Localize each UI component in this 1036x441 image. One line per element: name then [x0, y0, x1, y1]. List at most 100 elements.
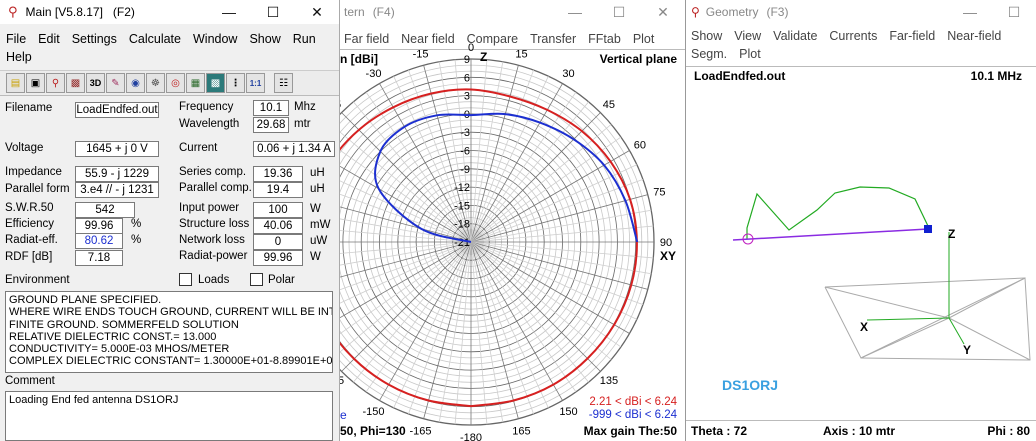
scale-icon[interactable]: 1:1	[246, 73, 265, 93]
globe-icon[interactable]: ◉	[126, 73, 145, 93]
main-title: Main [V5.8.17]	[25, 5, 103, 19]
pattern-legend-blue: -999 < dBi < 6.24	[588, 409, 677, 421]
impedance-label: Impedance	[5, 166, 62, 178]
environment-text[interactable]: GROUND PLANE SPECIFIED. WHERE WIRE ENDS …	[5, 291, 333, 373]
db-tick-label: -12	[454, 182, 470, 194]
db-tick-label: -6	[460, 146, 470, 158]
angle-tick-label: -180	[460, 432, 482, 441]
db-tick-label: -3	[460, 127, 470, 139]
wavelength-label: Wavelength	[179, 118, 240, 130]
grid-icon[interactable]: ▩	[206, 73, 225, 93]
menu-settings[interactable]: Settings	[66, 30, 123, 48]
polar-checkbox[interactable]	[250, 273, 263, 286]
angle-tick-label: -150	[362, 406, 384, 418]
pattern-footer-right: Max gain The:50	[583, 424, 677, 438]
open-folder-icon[interactable]: ▤	[6, 73, 25, 93]
efficiency-unit: %	[131, 218, 142, 230]
pattern-left-letter: e	[340, 408, 347, 422]
parallel-comp-label: Parallel comp.	[179, 182, 252, 194]
cube-icon[interactable]: ▩	[66, 73, 85, 93]
swr-field: 542	[75, 202, 135, 218]
dots-icon[interactable]: ⋮	[226, 73, 245, 93]
angle-tick-label: -165	[410, 425, 432, 437]
angle-tick-label: 165	[512, 425, 530, 437]
comment-line: Loading End fed antenna DS1ORJ	[9, 394, 179, 406]
angle-tick-label: 60	[634, 140, 646, 152]
environment-line: FINITE GROUND. SOMMERFELD SOLUTION	[9, 318, 239, 331]
menu-help[interactable]: Help	[0, 48, 38, 66]
network-loss-unit: uW	[310, 235, 328, 247]
pattern-icon[interactable]: ☸	[146, 73, 165, 93]
main-shortcut: (F2)	[112, 5, 135, 19]
menu-show[interactable]: Show	[243, 30, 286, 48]
input-power-label: Input power	[179, 202, 240, 214]
db-tick-label: -15	[454, 200, 470, 212]
filename-field[interactable]: LoadEndfed.out	[75, 102, 159, 118]
menu-edit[interactable]: Edit	[32, 30, 66, 48]
parallel-form-field: 3.e4 // - j 1231	[75, 182, 159, 198]
polar-plot[interactable]: 0153045607590-15-30-45135150165-180-165-…	[338, 0, 686, 441]
menu-file[interactable]: File	[0, 30, 32, 48]
swr-label: S.W.R.50	[5, 202, 54, 214]
structure-loss-label: Structure loss	[179, 218, 250, 230]
main-toolbar: ▤ ▣ ⚲ ▩ 3D ✎ ◉ ☸ ◎ ▦ ▩ ⋮ 1:1 ☷	[0, 70, 339, 96]
input-power-field[interactable]: 100	[253, 202, 303, 218]
wavelength-field: 29.68	[253, 117, 289, 133]
menu-run[interactable]: Run	[287, 30, 322, 48]
menu-window[interactable]: Window	[187, 30, 243, 48]
network-loss-label: Network loss	[179, 234, 245, 246]
geometry-axis-y: Y	[963, 343, 971, 357]
menu-calculate[interactable]: Calculate	[123, 30, 187, 48]
db-tick-label: 6	[464, 72, 470, 84]
comment-text[interactable]: Loading End fed antenna DS1ORJ	[5, 391, 333, 441]
efficiency-field: 99.96	[75, 218, 123, 234]
radiat-eff-field: 80.62	[75, 233, 123, 249]
angle-tick-label: 150	[559, 406, 577, 418]
geometry-window: ⚲ Geometry (F3) — ☐ Show View Validate C…	[685, 0, 1036, 441]
axis-xy-label: XY	[660, 249, 676, 263]
environment-line: COMPLEX DIELECTRIC CONSTANT= 1.30000E+01…	[9, 355, 333, 368]
load-marker	[924, 225, 932, 233]
edit-icon[interactable]: ✎	[106, 73, 125, 93]
radiat-power-field: 99.96	[253, 250, 303, 266]
book-icon[interactable]: ☷	[274, 73, 293, 93]
chart-icon[interactable]: ▦	[186, 73, 205, 93]
radial-wire	[732, 228, 929, 241]
main-window: ⚲ Main [V5.8.17] (F2) — ☐ ✕ File Edit Se…	[0, 0, 340, 441]
parallel-form-label: Parallel form	[5, 183, 70, 195]
geometry-phi: Phi : 80	[987, 424, 1030, 438]
radiat-power-unit: W	[310, 251, 321, 263]
current-field: 0.06 + j 1.34 A	[253, 141, 335, 157]
target-icon[interactable]: ◎	[166, 73, 185, 93]
environment-line: WHERE WIRE ENDS TOUCH GROUND, CURRENT WI…	[9, 306, 333, 319]
comment-label: Comment	[5, 375, 55, 387]
radiat-eff-label: Radiat-eff.	[5, 234, 58, 246]
geometry-canvas[interactable]: Z X Y DS1ORJ	[685, 0, 1036, 441]
main-titlebar[interactable]: ⚲ Main [V5.8.17] (F2) — ☐ ✕	[0, 0, 339, 24]
db-tick-label: -9	[460, 164, 470, 176]
geometry-callsign: DS1ORJ	[722, 377, 778, 393]
structure-loss-unit: mW	[310, 219, 331, 231]
geometry-footer-divider	[685, 420, 1036, 421]
environment-label: Environment	[5, 274, 70, 286]
antenna-icon[interactable]: ⚲	[46, 73, 65, 93]
frequency-field[interactable]: 10.1	[253, 100, 289, 116]
angle-tick-label: 135	[600, 375, 618, 387]
angle-tick-label: -30	[366, 68, 382, 80]
series-comp-field: 19.36	[253, 166, 303, 182]
angle-tick-label: 45	[603, 99, 615, 111]
pattern-window: tern (F4) — ☐ ✕ Far field Near field Com…	[337, 0, 686, 441]
x-axis-line	[866, 317, 950, 321]
voltage-label: Voltage	[5, 142, 44, 154]
network-loss-field: 0	[253, 234, 303, 250]
loads-checkbox[interactable]	[179, 273, 192, 286]
structure-loss-field: 40.06	[253, 218, 303, 234]
rdf-label: RDF [dB]	[5, 251, 53, 263]
minimize-button[interactable]: —	[207, 0, 251, 24]
maximize-button[interactable]: ☐	[251, 0, 295, 24]
db-tick-label: 3	[464, 91, 470, 103]
view-3d-icon[interactable]: 3D	[86, 73, 105, 93]
close-button[interactable]: ✕	[295, 0, 339, 24]
save-icon[interactable]: ▣	[26, 73, 45, 93]
radiat-eff-unit: %	[131, 234, 142, 246]
